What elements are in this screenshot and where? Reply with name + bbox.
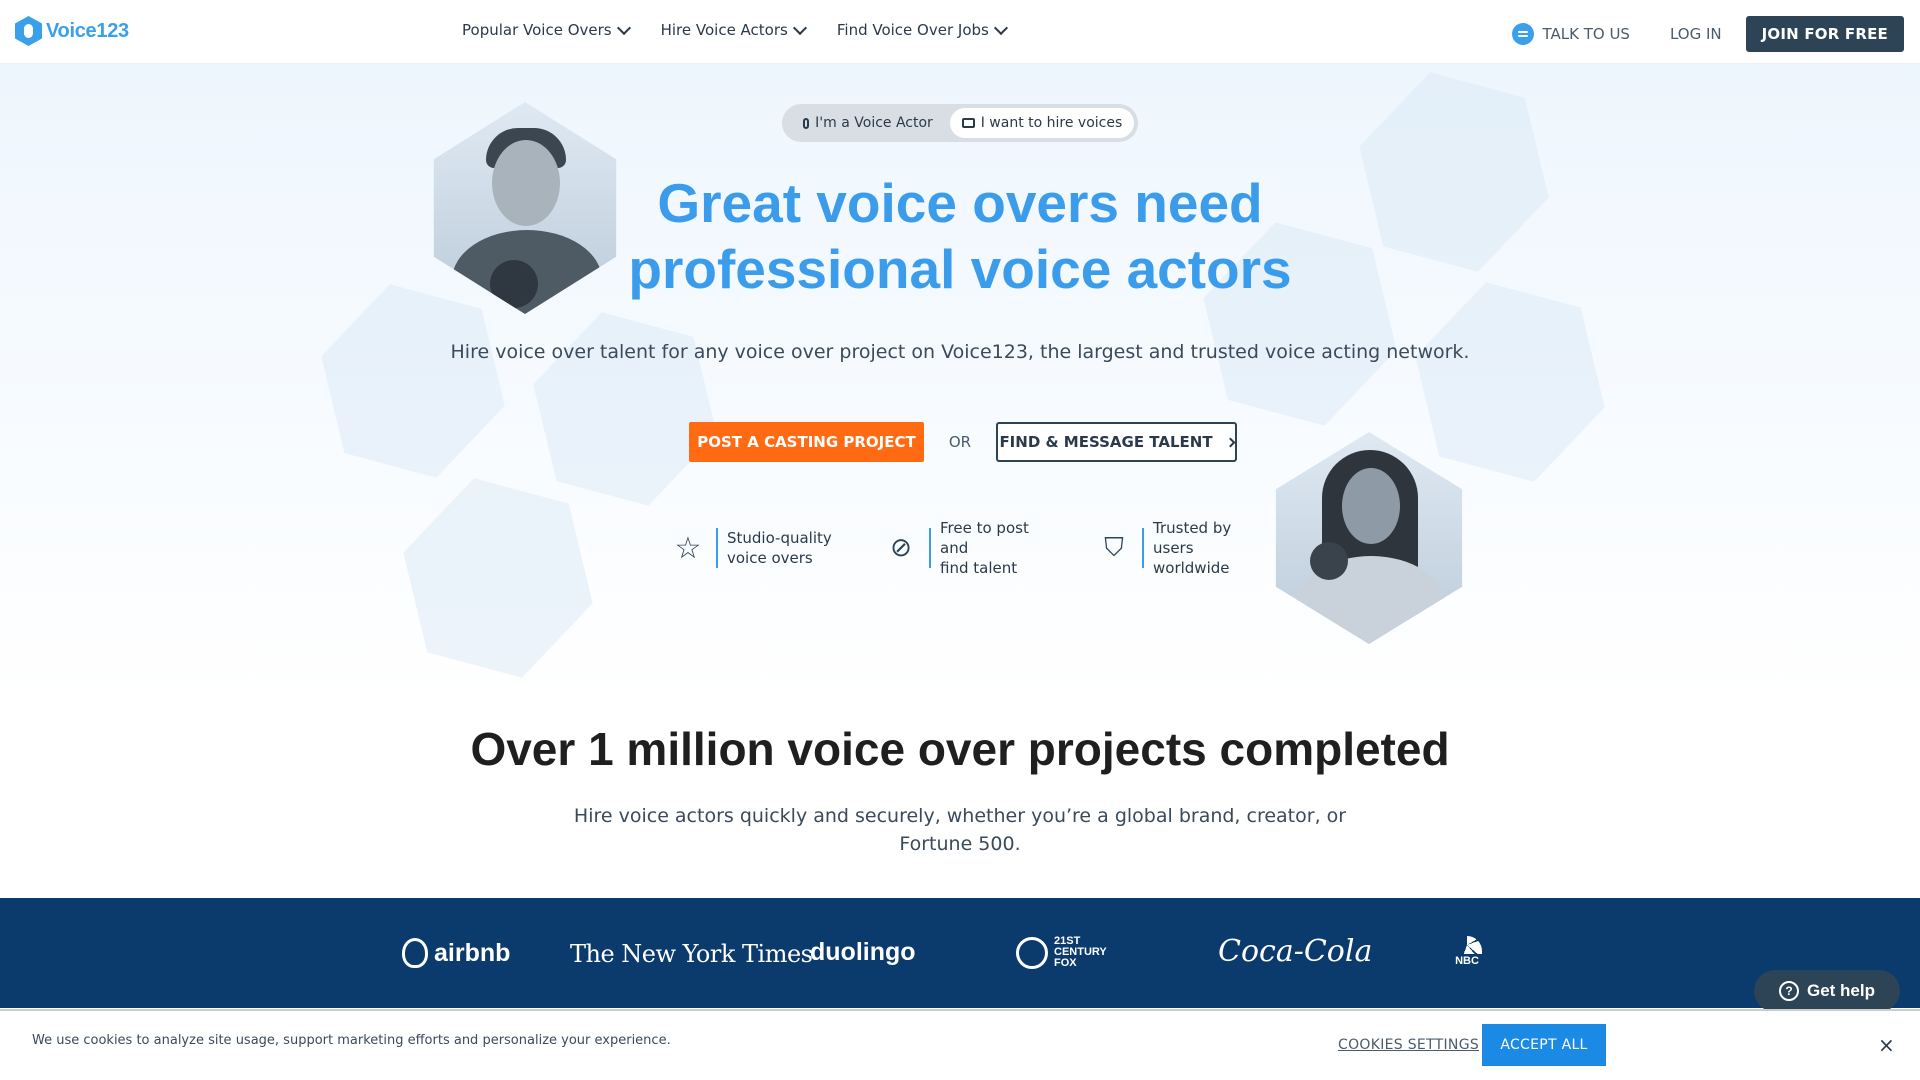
talk-label: TALK TO US: [1542, 25, 1630, 43]
get-help-button[interactable]: ? Get help: [1754, 970, 1900, 1012]
stats-subtitle: Hire voice actors quickly and securely, …: [560, 802, 1360, 858]
toggle-voice-actor[interactable]: I'm a Voice Actor: [786, 108, 950, 138]
voice123-logo-icon: [15, 16, 42, 46]
menu-popular-voice-overs[interactable]: Popular Voice Overs: [462, 20, 631, 39]
menu-label: Find Voice Over Jobs: [836, 21, 989, 39]
login-link[interactable]: LOG IN: [1670, 25, 1722, 43]
coca-cola-logo: Coca-Cola: [1218, 934, 1373, 969]
nbc-wordmark: NBC: [1455, 955, 1479, 967]
find-message-talent-button[interactable]: FIND & MESSAGE TALENT: [996, 422, 1237, 462]
menu-label: Popular Voice Overs: [462, 21, 612, 39]
cta-label: FIND & MESSAGE TALENT: [999, 433, 1213, 451]
chevron-down-icon: [792, 20, 807, 35]
toggle-label: I'm a Voice Actor: [815, 115, 933, 131]
chevron-right-icon: [1225, 437, 1236, 447]
briefcase-icon: [961, 118, 975, 128]
peacock-icon: [1452, 936, 1482, 954]
microphone-icon: [803, 117, 810, 129]
airbnb-logo: airbnb: [402, 938, 510, 968]
feature-line: Trusted by users: [1153, 519, 1232, 557]
cookie-banner: We use cookies to analyze site usage, su…: [0, 1009, 1920, 1080]
voice-actor-portrait-woman: [1275, 432, 1463, 644]
voice123-logo[interactable]: Voice123: [15, 16, 129, 46]
feature-trusted: ⛉ Trusted by users worldwide: [1094, 518, 1271, 578]
chevron-down-icon: [616, 20, 631, 35]
menu-hire-voice-actors[interactable]: Hire Voice Actors: [660, 20, 807, 39]
stats-subtitle-line-2: Fortune 500.: [899, 833, 1021, 855]
airbnb-wordmark: airbnb: [434, 938, 511, 967]
feature-line: Studio-quality: [727, 529, 832, 547]
decorative-hexagon: [297, 265, 530, 498]
hero-section: I'm a Voice Actor I want to hire voices …: [0, 64, 1920, 704]
feature-text: Trusted by users worldwide: [1153, 518, 1271, 578]
fox-line: FOX: [1054, 957, 1077, 969]
fox-mark-icon: [1016, 936, 1048, 969]
stats-title: Over 1 million voice over projects compl…: [470, 723, 1450, 775]
post-casting-project-button[interactable]: POST A CASTING PROJECT: [689, 422, 924, 462]
menu-find-voice-over-jobs[interactable]: Find Voice Over Jobs: [836, 20, 1008, 39]
feature-divider: [1142, 528, 1144, 568]
nyt-logo: The New York Times: [570, 940, 813, 968]
feature-free-to-post: ⊘ Free to post and find talent: [881, 518, 1058, 578]
cookie-message: We use cookies to analyze site usage, su…: [32, 1033, 671, 1048]
menu-label: Hire Voice Actors: [660, 21, 788, 39]
decorative-hexagon: [1390, 262, 1630, 502]
feature-line: Free to post and: [940, 519, 1029, 557]
join-for-free-button[interactable]: JOIN FOR FREE: [1745, 16, 1904, 52]
stats-subtitle-line-1: Hire voice actors quickly and securely, …: [573, 805, 1347, 827]
feature-text: Free to post and find talent: [940, 518, 1058, 578]
feature-line: find talent: [940, 559, 1018, 577]
hero-cta-row: POST A CASTING PROJECT OR FIND & MESSAGE…: [689, 422, 1237, 462]
airbnb-mark-icon: [402, 938, 428, 968]
21st-century-fox-logo: 21ST CENTURY FOX: [1016, 936, 1107, 969]
help-label: Get help: [1806, 981, 1875, 1000]
toggle-hire-voices[interactable]: I want to hire voices: [950, 108, 1134, 138]
feature-text: Studio-quality voice overs: [727, 528, 845, 568]
decorative-hexagon: [509, 293, 742, 526]
feature-list: ☆ Studio-quality voice overs ⊘ Free to p…: [668, 518, 1271, 578]
chevron-down-icon: [993, 20, 1008, 35]
talk-to-us-link[interactable]: TALK TO US: [1511, 23, 1630, 45]
accept-all-cookies-button[interactable]: ACCEPT ALL: [1482, 1024, 1606, 1066]
slashed-tag-icon: ⊘: [890, 533, 912, 563]
logo-text: Voice123: [46, 19, 129, 42]
nav-actions: TALK TO US LOG IN JOIN FOR FREE: [1511, 16, 1904, 52]
nbc-logo: NBC: [1452, 936, 1482, 967]
close-icon[interactable]: ×: [1878, 1033, 1895, 1057]
hero-subtitle: Hire voice over talent for any voice ove…: [450, 341, 1470, 363]
feature-divider: [929, 528, 931, 568]
question-mark-icon: ?: [1778, 981, 1799, 1001]
top-nav: Voice123 Popular Voice Overs Hire Voice …: [0, 0, 1920, 64]
client-logos-band: airbnb The New York Times duolingo 21ST …: [0, 898, 1920, 1008]
toggle-label: I want to hire voices: [980, 115, 1123, 131]
hero-headline: Great voice overs need professional voic…: [560, 170, 1360, 302]
headline-line-2: professional voice actors: [628, 238, 1292, 300]
feature-line: worldwide: [1153, 559, 1230, 577]
shield-heart-icon: ⛉: [1104, 532, 1124, 563]
feature-divider: [716, 528, 718, 568]
or-separator: OR: [948, 433, 972, 451]
star-icon: ☆: [674, 530, 702, 566]
feature-studio-quality: ☆ Studio-quality voice overs: [668, 518, 845, 578]
fox-wordmark: 21ST CENTURY FOX: [1054, 936, 1107, 969]
main-menu: Popular Voice Overs Hire Voice Actors Fi…: [462, 20, 1008, 39]
audience-toggle: I'm a Voice Actor I want to hire voices: [782, 104, 1138, 142]
decorative-hexagon: [378, 458, 618, 698]
cookies-settings-link[interactable]: COOKIES SETTINGS: [1338, 1037, 1479, 1053]
duolingo-logo: duolingo: [810, 938, 916, 966]
feature-line: voice overs: [727, 549, 813, 567]
headline-line-1: Great voice overs need: [657, 172, 1263, 234]
chat-icon: [1511, 23, 1534, 45]
